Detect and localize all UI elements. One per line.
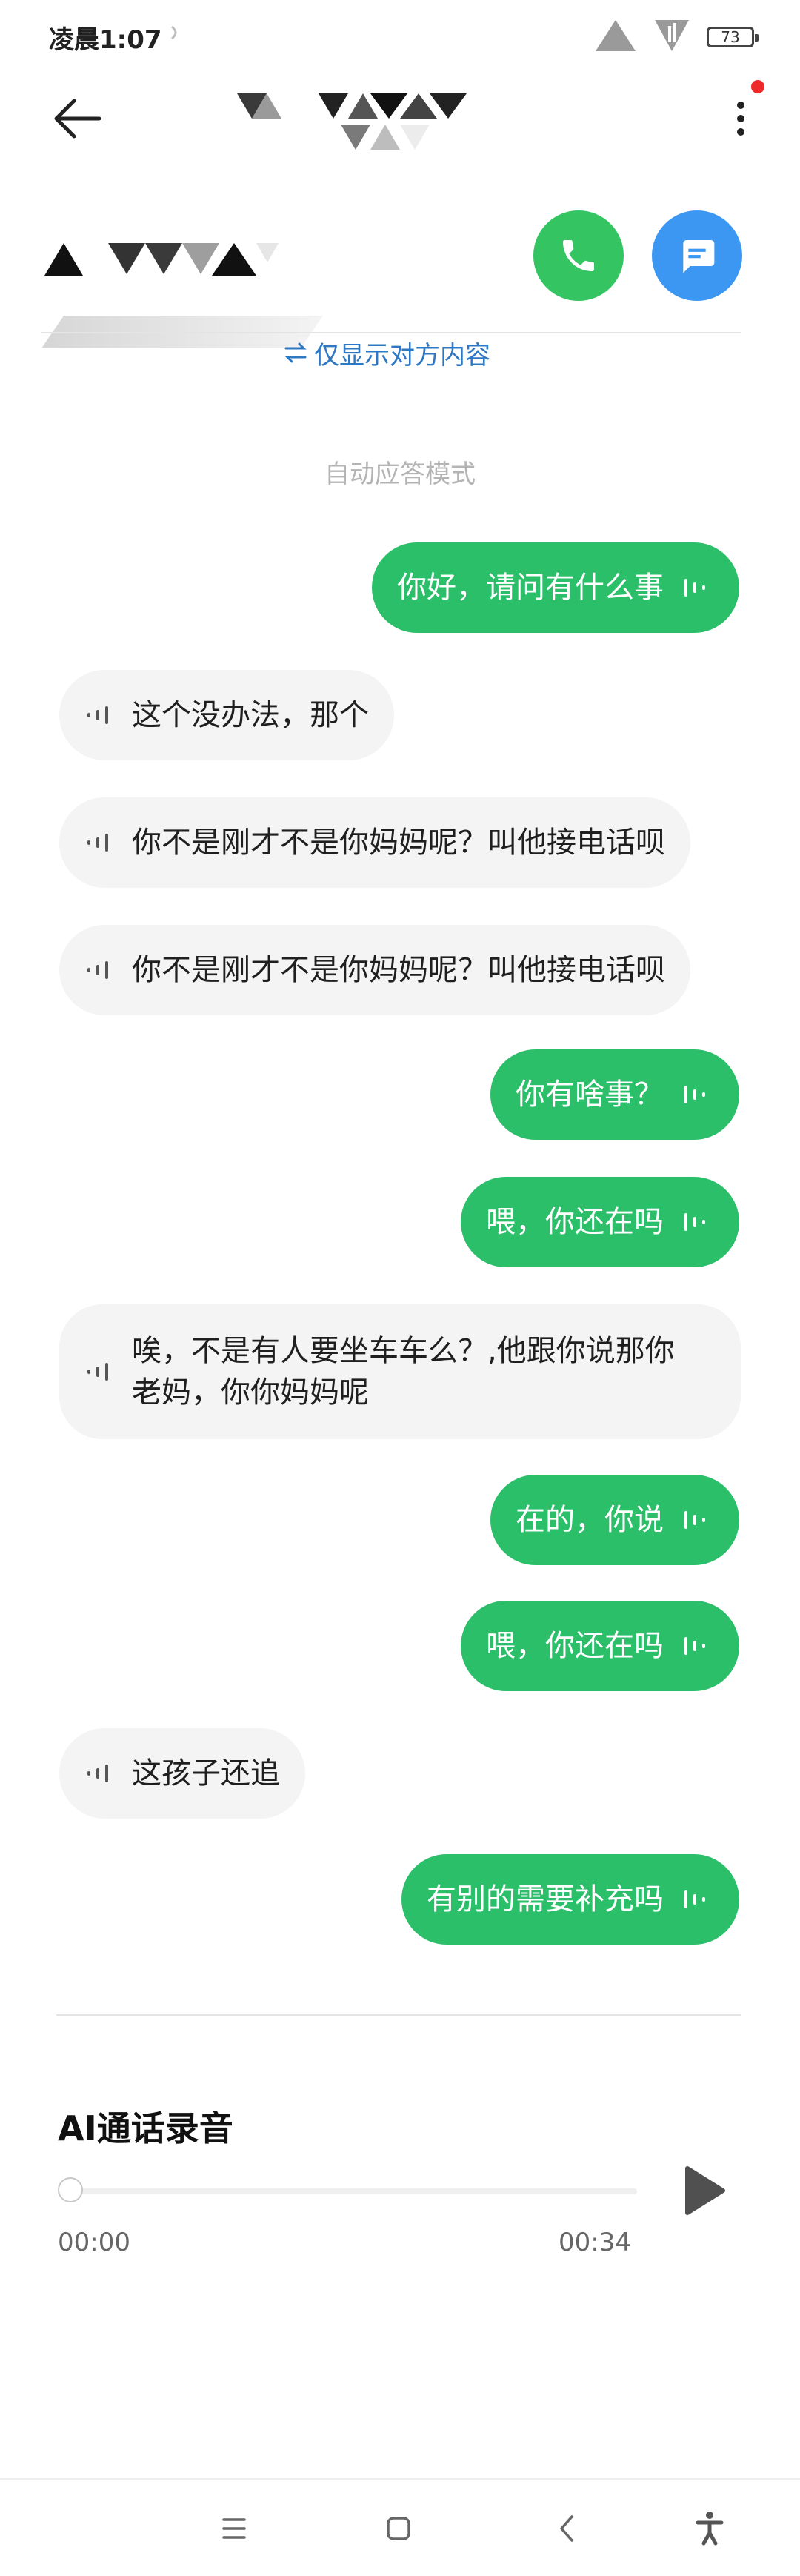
status-indicators: 73 <box>594 15 759 59</box>
voice-wave-icon <box>87 1363 108 1381</box>
chat-bubble-icon <box>683 240 715 273</box>
notification-icon <box>170 25 181 40</box>
system-nav-bar <box>0 2478 800 2576</box>
header-title-redacted <box>222 89 563 163</box>
message-text: 唉，不是有人要坐车车么？,他跟你说那你 老妈，你你妈妈呢 <box>132 1334 675 1410</box>
wifi-signal-icon <box>594 19 637 56</box>
status-time: 凌晨1:07 <box>49 25 162 55</box>
nav-home-button[interactable] <box>376 2506 421 2551</box>
recording-progress-knob[interactable] <box>58 2177 83 2202</box>
message-text: 这孩子还追 <box>132 1756 280 1790</box>
voice-wave-icon <box>684 1637 705 1655</box>
nav-menu-button[interactable] <box>212 2506 256 2551</box>
contact-divider <box>41 332 741 333</box>
message-text: 喂，你还在吗 <box>486 1629 664 1663</box>
message-text: 这个没办法，那个 <box>132 698 369 732</box>
contact-name-redacted <box>41 233 293 285</box>
message-text: 你不是刚才不是你妈妈呢？叫他接电话呗 <box>132 826 665 860</box>
menu-icon <box>222 2518 246 2539</box>
message-text: 你好，请问有什么事 <box>397 571 664 605</box>
cell-signal-icon <box>653 19 690 56</box>
message-text: 你有啥事？ <box>516 1078 664 1112</box>
recording-divider <box>56 2014 741 2016</box>
more-vertical-icon <box>737 102 744 136</box>
message-bubble-incoming[interactable]: 这孩子还追 <box>59 1728 305 1819</box>
voice-wave-icon <box>684 1890 705 1908</box>
play-icon <box>685 2166 725 2215</box>
voice-wave-icon <box>87 961 108 979</box>
auto-answer-mode-label: 自动应答模式 <box>324 459 476 489</box>
recording-title: AI通话录音 <box>58 2108 233 2148</box>
battery-icon: 73 <box>707 27 759 47</box>
call-button[interactable] <box>533 210 624 301</box>
message-bubble-incoming[interactable]: 这个没办法，那个 <box>59 670 394 760</box>
contact-row <box>0 200 800 319</box>
message-text: 你不是刚才不是你妈妈呢？叫他接电话呗 <box>132 953 665 987</box>
message-bubble-outgoing[interactable]: 你有啥事？ <box>490 1049 739 1140</box>
message-bubble-outgoing[interactable]: 有别的需要补充吗 <box>401 1854 739 1945</box>
voice-wave-icon <box>87 706 108 724</box>
home-icon <box>387 2517 410 2540</box>
message-bubble-outgoing[interactable]: 喂，你还在吗 <box>461 1601 739 1691</box>
voice-wave-icon <box>684 1086 705 1103</box>
back-button[interactable] <box>52 95 104 142</box>
message-text: 有别的需要补充吗 <box>427 1882 664 1916</box>
message-bubble-outgoing[interactable]: 喂，你还在吗 <box>461 1177 739 1267</box>
message-bubble-outgoing[interactable]: 你好，请问有什么事 <box>372 542 739 633</box>
voice-wave-icon <box>684 579 705 597</box>
back-icon <box>560 2515 573 2542</box>
message-bubble-incoming[interactable]: 你不是刚才不是你妈妈呢？叫他接电话呗 <box>59 797 690 888</box>
message-bubble-outgoing[interactable]: 在的，你说 <box>490 1475 739 1565</box>
message-text: 喂，你还在吗 <box>486 1205 664 1239</box>
arrow-left-icon <box>54 99 101 139</box>
app-header <box>0 74 800 163</box>
filter-toggle[interactable]: 仅显示对方内容 <box>283 335 490 371</box>
phone-icon <box>563 240 594 271</box>
recording-current-time: 00:00 <box>58 2228 130 2257</box>
recording-total-time: 00:34 <box>559 2228 631 2257</box>
message-bubble-incoming[interactable]: 你不是刚才不是你妈妈呢？叫他接电话呗 <box>59 925 690 1015</box>
notification-dot <box>751 80 764 93</box>
status-bar: 凌晨1:07 73 <box>0 0 800 74</box>
recording-progress-track[interactable] <box>71 2188 637 2194</box>
message-text: 在的，你说 <box>516 1503 664 1537</box>
swap-icon <box>284 342 307 362</box>
battery-level: 73 <box>721 28 740 46</box>
nav-back-button[interactable] <box>545 2506 590 2551</box>
play-button[interactable] <box>681 2162 726 2219</box>
message-button[interactable] <box>652 210 742 301</box>
voice-wave-icon <box>87 834 108 852</box>
voice-wave-icon <box>684 1213 705 1231</box>
filter-label: 仅显示对方内容 <box>314 341 490 371</box>
voice-wave-icon <box>684 1511 705 1529</box>
accessibility-icon <box>696 2512 724 2546</box>
nav-accessibility-button[interactable] <box>687 2506 732 2551</box>
message-bubble-incoming[interactable]: 唉，不是有人要坐车车么？,他跟你说那你 老妈，你你妈妈呢 <box>59 1304 741 1439</box>
voice-wave-icon <box>87 1765 108 1782</box>
more-menu-button[interactable] <box>726 93 756 145</box>
